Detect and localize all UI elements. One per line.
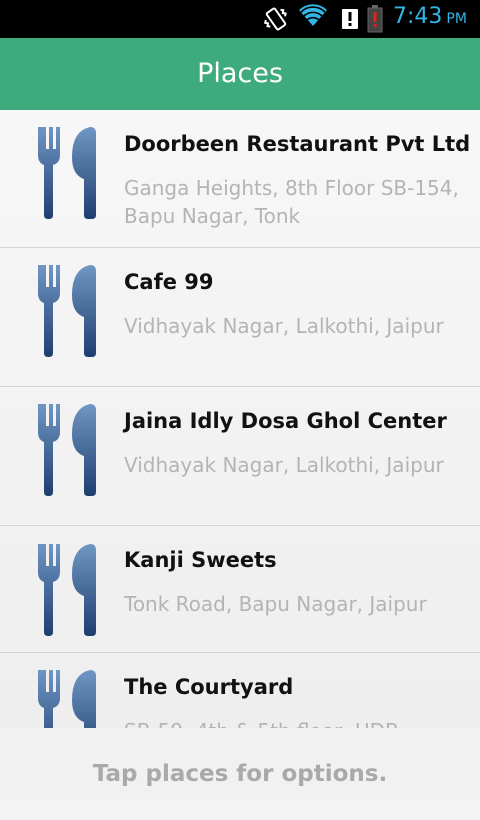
place-address: Vidhayak Nagar, Lalkothi, Jaipur [124,314,444,338]
cutlery-icon [38,404,96,496]
place-address: Tonk Road, Bapu Nagar, Jaipur [124,592,427,616]
place-name: Cafe 99 [124,270,214,294]
list-item[interactable]: Doorbeen Restaurant Pvt Ltd Ganga Height… [0,110,480,248]
place-name: Jaina Idly Dosa Ghol Center [124,409,447,433]
alert-icon [342,9,358,29]
cutlery-icon [38,127,96,219]
footer-hint: Tap places for options. [0,728,480,800]
place-address: Vidhayak Nagar, Lalkothi, Jaipur [124,453,444,477]
hint-text: Tap places for options. [92,761,388,787]
place-address: Ganga Heights, 8th Floor SB-154, Bapu Na… [124,176,459,228]
place-address: SB-59, 4th & 5th floor, UDB [124,717,469,728]
vibrate-icon [264,7,287,31]
status-bar: 7:43 PM [0,0,480,38]
cutlery-icon [38,265,96,357]
wifi-icon [299,4,327,26]
place-name: The Courtyard [124,675,294,699]
list-item[interactable]: Cafe 99 Vidhayak Nagar, Lalkothi, Jaipur [0,248,480,387]
place-name: Kanji Sweets [124,548,277,572]
place-name: Doorbeen Restaurant Pvt Ltd [124,132,471,156]
list-item[interactable]: Kanji Sweets Tonk Road, Bapu Nagar, Jaip… [0,526,480,653]
battery-low-icon [367,5,383,33]
list-item[interactable]: The Courtyard SB-59, 4th & 5th floor, UD… [0,653,480,728]
page-title: Places [197,58,283,89]
places-list: Doorbeen Restaurant Pvt Ltd Ganga Height… [0,110,480,728]
app-bar: Places [0,38,480,110]
status-time: 7:43 PM [393,4,467,29]
cutlery-icon [38,670,96,728]
list-item[interactable]: Jaina Idly Dosa Ghol Center Vidhayak Nag… [0,387,480,526]
cutlery-icon [38,544,96,636]
